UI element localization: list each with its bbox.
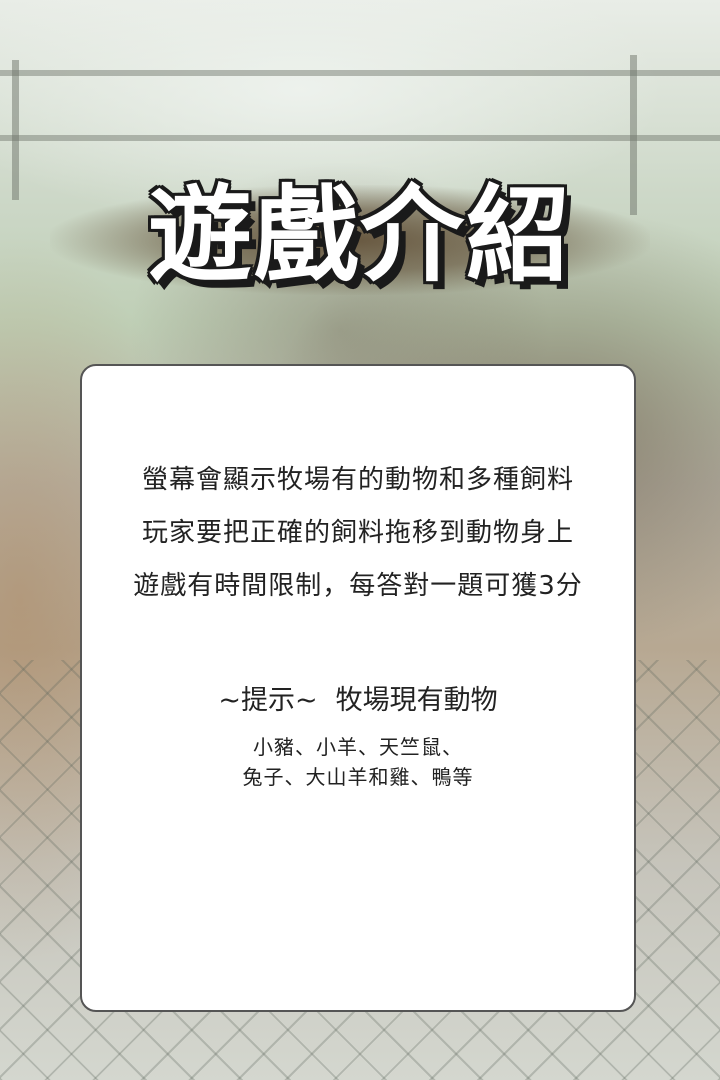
intro-panel: 螢幕會顯示牧場有的動物和多種飼料 玩家要把正確的飼料拖移到動物身上 遊戲有時間限… [80,364,636,1012]
description-line: 螢幕會顯示牧場有的動物和多種飼料 [141,465,574,495]
description-line: 遊戲有時間限制，每答對一題可獲3分 [133,571,583,601]
fence-rail [0,135,720,141]
game-intro-screen: 遊戲介紹 螢幕會顯示牧場有的動物和多種飼料 玩家要把正確的飼料拖移到動物身上 遊… [0,0,720,1080]
page-title: 遊戲介紹 [147,174,572,296]
game-description: 螢幕會顯示牧場有的動物和多種飼料 玩家要把正確的飼料拖移到動物身上 遊戲有時間限… [82,454,634,613]
hint-heading-text: 牧場現有動物 [335,685,498,716]
animal-list-line: 小豬、小羊、天竺鼠、 [253,735,463,759]
hint-heading: ~提示~ 牧場現有動物 [82,678,634,717]
hint-label: ~提示~ [218,685,318,716]
animal-list-line: 兔子、大山羊和雞、鴨等 [242,765,474,789]
animal-list: 小豬、小羊、天竺鼠、 兔子、大山羊和雞、鴨等 [82,732,634,792]
description-line: 玩家要把正確的飼料拖移到動物身上 [141,518,574,548]
fence-rail [0,70,720,76]
